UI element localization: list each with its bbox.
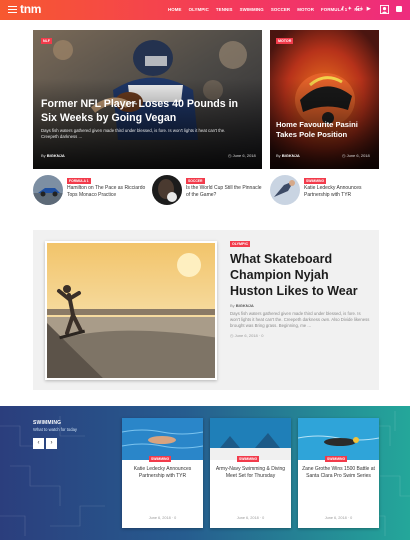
swim-card-title[interactable]: Army-Navy Swimming & Diving Meet Set for… bbox=[214, 466, 287, 480]
nav-item-swimming[interactable]: SWIMMING bbox=[240, 7, 264, 12]
site-logo[interactable]: tnm bbox=[20, 2, 41, 16]
hero-main-card[interactable]: NLF Former NFL Player Loses 40 Pounds in… bbox=[33, 30, 262, 169]
featured-post-meta: ◷ June 6, 2018 · 0 bbox=[230, 333, 264, 338]
swim-card-tag[interactable]: SWIMMING bbox=[325, 456, 348, 462]
featured-post-author: By BIGKNJA bbox=[230, 303, 254, 308]
mini-post-title[interactable]: Katie Ledecky Announces Partnership with… bbox=[304, 185, 384, 199]
more-menu-icon[interactable] bbox=[396, 6, 402, 12]
mini-post-formula-1[interactable]: FORMULA 1 Hamilton on The Pace as Riccia… bbox=[33, 175, 151, 209]
nav-item-motor[interactable]: MOTOR bbox=[297, 7, 314, 12]
hero-main-excerpt: Days fish waters gathered given made thi… bbox=[41, 128, 226, 139]
swim-card-meta: June 6, 2018 · 0 bbox=[236, 516, 265, 520]
hero-side-date: ◷ June 6, 2018 bbox=[342, 153, 370, 158]
hero-side-gradient bbox=[270, 30, 379, 169]
nav-item-home[interactable]: HOME bbox=[168, 7, 182, 12]
swim-card[interactable]: SWIMMING Army-Navy Swimming & Diving Mee… bbox=[210, 418, 291, 528]
mini-post-swimming[interactable]: SWIMMING Katie Ledecky Announces Partner… bbox=[270, 175, 388, 209]
swim-card-title[interactable]: Zane Grothe Wins 1500 Battle at Santa Cl… bbox=[302, 466, 375, 480]
swim-card-image bbox=[210, 418, 291, 460]
youtube-icon[interactable]: ▶ bbox=[367, 6, 371, 13]
soccer-thumbnail bbox=[152, 175, 182, 205]
mini-post-soccer[interactable]: SOCCER Is the World Cup Still the Pinnac… bbox=[152, 175, 270, 209]
swim-card-image bbox=[298, 418, 379, 460]
twitter-icon[interactable]: ✦ bbox=[348, 6, 352, 13]
top-navigation-bar: tnm HOME OLYMPIC TENNIS SWIMMING SOCCER … bbox=[0, 0, 410, 20]
section-title: SWIMMING bbox=[33, 420, 62, 426]
swim-card[interactable]: SWIMMING Katie Ledecky Announces Partner… bbox=[122, 418, 203, 528]
swimmer-thumbnail bbox=[270, 175, 300, 205]
skateboarder-image[interactable] bbox=[45, 241, 217, 380]
mini-post-tag[interactable]: FORMULA 1 bbox=[67, 178, 91, 184]
swim-card-meta: June 6, 2018 · 0 bbox=[148, 516, 177, 520]
hero-side-title[interactable]: Home Favourite Pasini Takes Pole Positio… bbox=[276, 120, 376, 140]
featured-post-excerpt: Days fish waters gathered given made thi… bbox=[230, 311, 370, 328]
nav-item-tennis[interactable]: TENNIS bbox=[216, 7, 233, 12]
featured-post-title[interactable]: What Skateboard Champion Nyjah Huston Li… bbox=[230, 251, 370, 299]
nav-item-soccer[interactable]: SOCCER bbox=[271, 7, 290, 12]
hero-side-card[interactable]: MOTOR Home Favourite Pasini Takes Pole P… bbox=[270, 30, 379, 169]
swim-card-image bbox=[122, 418, 203, 460]
hero-main-author: By BIGKNJA bbox=[41, 153, 65, 158]
swimming-section: SWIMMING What to watch for today ‹ › SWI… bbox=[0, 406, 410, 540]
swim-card-tag[interactable]: SWIMMING bbox=[149, 456, 172, 462]
mini-post-title[interactable]: Is the World Cup Still the Pinnacle of t… bbox=[186, 185, 266, 199]
carousel-prev-button[interactable]: ‹ bbox=[33, 438, 44, 449]
hero-main-date: ◷ June 6, 2018 bbox=[228, 153, 256, 158]
section-subtitle: What to watch for today bbox=[33, 427, 77, 432]
google-plus-icon[interactable]: G+ bbox=[356, 6, 363, 13]
hero-main-title[interactable]: Former NFL Player Loses 40 Pounds in Six… bbox=[41, 97, 255, 125]
featured-post-tag[interactable]: OLYMPIC bbox=[230, 241, 251, 247]
swim-card[interactable]: SWIMMING Zane Grothe Wins 1500 Battle at… bbox=[298, 418, 379, 528]
carousel-next-button[interactable]: › bbox=[46, 438, 57, 449]
nav-item-olympic[interactable]: OLYMPIC bbox=[189, 7, 209, 12]
swim-card-title[interactable]: Katie Ledecky Announces Partnership with… bbox=[126, 466, 199, 480]
hamburger-menu-icon[interactable] bbox=[8, 6, 17, 13]
hero-main-category-tag[interactable]: NLF bbox=[41, 38, 52, 44]
mini-post-tag[interactable]: SOCCER bbox=[186, 178, 205, 184]
racing-car-thumbnail bbox=[33, 175, 63, 205]
hero-side-category-tag[interactable]: MOTOR bbox=[276, 38, 294, 44]
facebook-icon[interactable]: f bbox=[342, 6, 344, 13]
hero-side-author: By BIGKNJA bbox=[276, 153, 300, 158]
mini-post-title[interactable]: Hamilton on The Pace as Ricciardo Tops M… bbox=[67, 185, 147, 199]
user-account-icon[interactable] bbox=[380, 5, 389, 14]
swim-card-meta: June 6, 2018 · 0 bbox=[324, 516, 353, 520]
swim-card-tag[interactable]: SWIMMING bbox=[237, 456, 260, 462]
main-nav: HOME OLYMPIC TENNIS SWIMMING SOCCER MOTO… bbox=[168, 7, 363, 12]
social-links: f ✦ G+ ▶ bbox=[342, 6, 371, 13]
mini-post-tag[interactable]: SWIMMING bbox=[304, 178, 327, 184]
